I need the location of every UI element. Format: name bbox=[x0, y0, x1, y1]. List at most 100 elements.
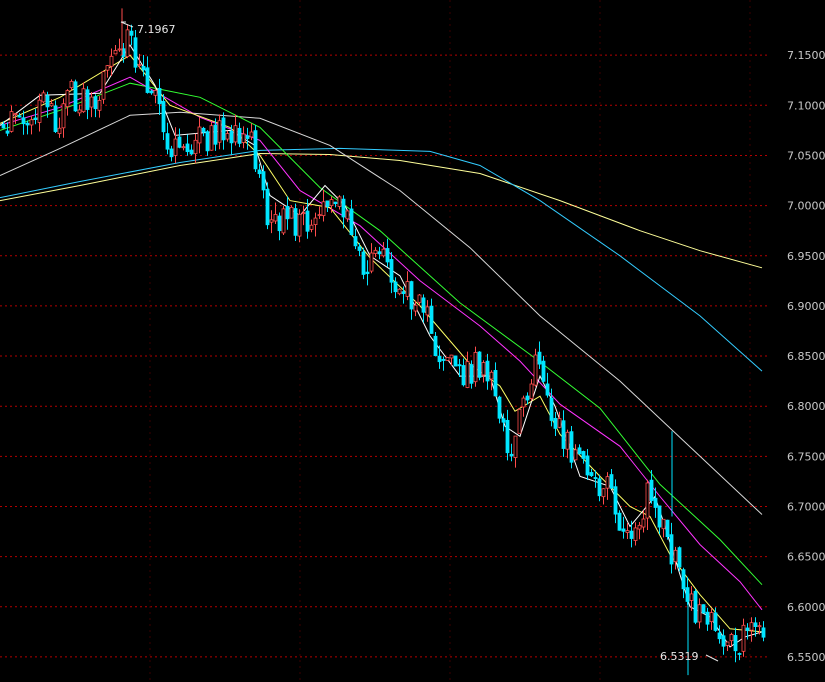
candle bbox=[609, 468, 614, 490]
candle-body bbox=[633, 527, 638, 541]
candle bbox=[333, 201, 338, 208]
candle-body bbox=[225, 133, 230, 140]
candle bbox=[497, 395, 502, 424]
moving-average-ma250 bbox=[0, 152, 763, 269]
candle-body bbox=[677, 547, 682, 568]
candle-body bbox=[233, 125, 238, 143]
candle bbox=[5, 122, 10, 137]
candle bbox=[509, 443, 514, 462]
candle-body bbox=[605, 476, 610, 489]
candle-body bbox=[525, 395, 530, 401]
candle bbox=[473, 346, 478, 387]
candle bbox=[29, 115, 34, 135]
candle-body bbox=[321, 201, 326, 217]
candle-body bbox=[81, 88, 86, 113]
candle-body bbox=[357, 246, 362, 251]
candle bbox=[565, 429, 570, 459]
candle-body bbox=[245, 135, 250, 139]
candle bbox=[161, 94, 166, 141]
candle-body bbox=[77, 109, 82, 114]
candle-body bbox=[697, 604, 702, 623]
candle-body bbox=[381, 248, 386, 257]
y-tick-label: 6.5500 bbox=[787, 651, 825, 664]
candle-body bbox=[313, 217, 318, 225]
candle-body bbox=[569, 431, 574, 463]
candle bbox=[297, 209, 302, 243]
candle-body bbox=[329, 199, 334, 207]
candle bbox=[517, 408, 522, 434]
candle-body bbox=[721, 635, 726, 647]
candle-body bbox=[241, 133, 246, 143]
candle-body bbox=[21, 117, 26, 125]
candle bbox=[513, 435, 518, 468]
candle bbox=[117, 38, 122, 52]
candle bbox=[133, 30, 138, 73]
candle bbox=[61, 98, 66, 138]
candle bbox=[505, 409, 510, 461]
candle-body bbox=[93, 96, 98, 110]
candle-body bbox=[701, 604, 706, 614]
candle-body bbox=[217, 120, 222, 143]
candle bbox=[605, 472, 610, 500]
candle bbox=[381, 241, 386, 258]
candle bbox=[185, 134, 190, 156]
candle-body bbox=[409, 281, 414, 310]
candle bbox=[485, 353, 490, 390]
candle-body bbox=[373, 249, 378, 254]
candle-body bbox=[505, 419, 510, 454]
candle bbox=[585, 448, 590, 480]
y-tick-label: 6.6000 bbox=[787, 601, 825, 614]
candle bbox=[253, 125, 258, 173]
candle bbox=[321, 189, 326, 222]
candle-body bbox=[1, 123, 6, 129]
candle bbox=[57, 117, 62, 138]
candle bbox=[601, 488, 606, 505]
candle-body bbox=[197, 126, 202, 144]
grid-layer bbox=[0, 0, 770, 682]
candle-body bbox=[553, 417, 558, 429]
candle-body bbox=[681, 569, 686, 590]
candle-body bbox=[537, 351, 542, 365]
candle bbox=[389, 252, 394, 294]
candle bbox=[741, 618, 746, 657]
candle-body bbox=[213, 124, 218, 145]
candle-body bbox=[613, 486, 618, 515]
candle bbox=[669, 522, 674, 574]
candle-body bbox=[193, 139, 198, 155]
y-tick-label: 6.9000 bbox=[787, 300, 825, 313]
candle-body bbox=[481, 362, 486, 376]
moving-average-ma120 bbox=[0, 147, 763, 372]
candle bbox=[177, 128, 182, 149]
candle bbox=[97, 96, 102, 118]
y-tick-label: 6.6500 bbox=[787, 551, 825, 564]
candle bbox=[409, 280, 414, 320]
candle-body bbox=[325, 200, 330, 207]
candle bbox=[613, 479, 618, 524]
candle-body bbox=[529, 383, 534, 400]
candle bbox=[369, 243, 374, 274]
candle-body bbox=[669, 534, 674, 565]
candle bbox=[405, 271, 410, 301]
moving-average-ma10 bbox=[0, 54, 763, 633]
candle bbox=[701, 604, 706, 614]
candle bbox=[125, 24, 130, 59]
candle-body bbox=[629, 530, 634, 539]
candle-body bbox=[593, 477, 598, 479]
candle bbox=[677, 546, 682, 572]
candle-body bbox=[109, 55, 114, 67]
candle-body bbox=[377, 251, 382, 255]
candle bbox=[597, 474, 602, 502]
candle-body bbox=[465, 361, 470, 388]
candle bbox=[537, 341, 542, 369]
candle bbox=[225, 130, 230, 142]
candle-body bbox=[33, 117, 38, 121]
candle bbox=[65, 89, 70, 116]
candle-body bbox=[249, 131, 254, 138]
candle-body bbox=[649, 479, 654, 501]
candle bbox=[749, 617, 754, 642]
candle bbox=[189, 144, 194, 156]
y-tick-label: 6.7500 bbox=[787, 450, 825, 463]
candle-body bbox=[333, 201, 338, 205]
candle bbox=[313, 212, 318, 237]
candle-body bbox=[181, 146, 186, 149]
